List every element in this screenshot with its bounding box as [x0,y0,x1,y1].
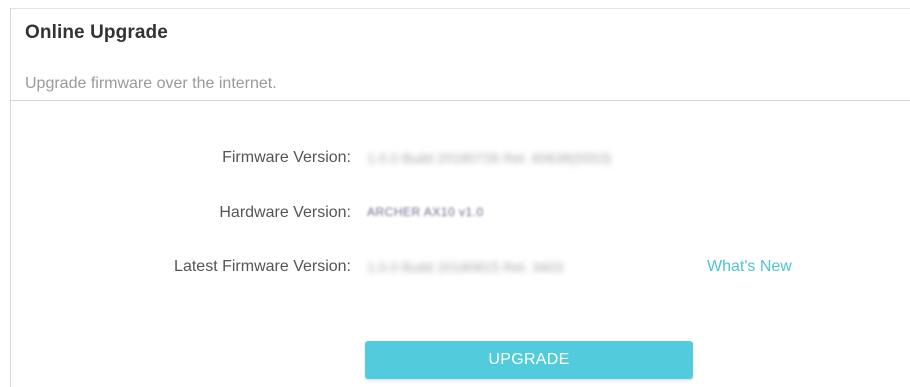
hardware-version-row: Hardware Version: ARCHER AX10 v1.0 [11,204,910,228]
latest-firmware-version-label: Latest Firmware Version: [174,258,351,275]
hardware-version-value: ARCHER AX10 v1.0 [367,205,484,219]
latest-firmware-version-value: 1.0.0 Build 20180815 Rel. 3403 [367,259,564,275]
upgrade-button[interactable]: UPGRADE [365,341,693,379]
firmware-version-label: Firmware Version: [222,149,351,166]
firmware-version-row: Firmware Version: 1.0.0 Build 20180726 R… [11,149,910,173]
firmware-version-value: 1.0.0 Build 20180726 Rel. 60638(5553) [367,150,612,166]
panel-title: Online Upgrade [25,22,168,43]
latest-firmware-version-row: Latest Firmware Version: 1.0.0 Build 201… [11,258,910,282]
online-upgrade-panel: Online Upgrade Upgrade firmware over the… [10,8,910,387]
divider [11,100,910,101]
panel-description: Upgrade firmware over the internet. [25,75,277,92]
hardware-version-label: Hardware Version: [219,204,351,221]
whats-new-link[interactable]: What's New [707,258,792,276]
